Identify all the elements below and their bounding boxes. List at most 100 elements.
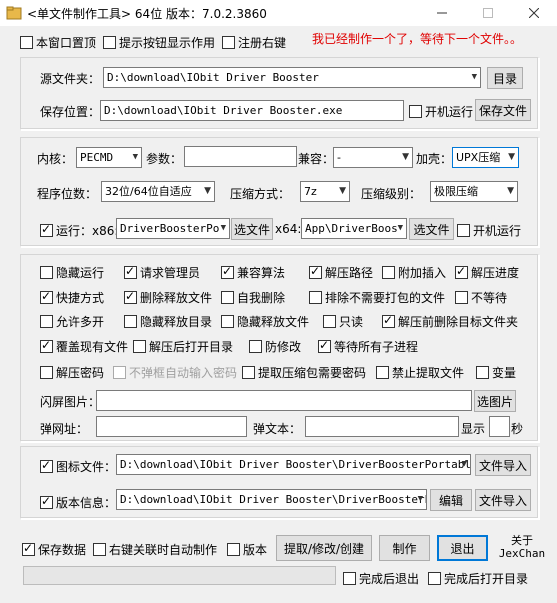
checkbox-box[interactable] xyxy=(93,543,106,556)
minimize-icon[interactable] xyxy=(419,0,465,26)
option-exclude-files[interactable]: 排除不需要打包的文件 xyxy=(309,289,445,306)
show-hints-checkbox[interactable]: 提示按钮显示作用 xyxy=(103,34,215,51)
shell-combo[interactable]: UPX压缩 ▼ xyxy=(452,147,519,168)
open-after-done-checkbox[interactable]: 完成后打开目录 xyxy=(428,570,528,587)
x64-combo[interactable]: App\DriverBoos ▼ xyxy=(301,218,407,239)
option-forbid-extract[interactable]: 禁止提取文件 xyxy=(376,364,464,381)
compress-combo[interactable]: 7z ▼ xyxy=(300,181,350,202)
kernel-combo[interactable]: PECMD ▼ xyxy=(76,147,142,168)
auto-make-checkbox[interactable]: 右键关联时自动制作 xyxy=(93,541,217,558)
option-delete-target-before[interactable]: 解压前删除目标文件夹 xyxy=(382,313,518,330)
checkbox-box[interactable] xyxy=(40,289,53,304)
version-import-button[interactable]: 文件导入 xyxy=(475,489,531,511)
checkbox-box[interactable] xyxy=(249,340,262,353)
option-append-insert[interactable]: 附加插入 xyxy=(382,264,446,281)
run-checkbox[interactable]: 运行：x86: xyxy=(40,222,118,239)
checkbox-box[interactable] xyxy=(40,266,53,279)
chevron-down-icon[interactable]: ▼ xyxy=(398,219,403,238)
x64-select-file-button[interactable]: 选文件 xyxy=(409,218,454,240)
browse-folder-button[interactable]: 目录 xyxy=(487,67,523,89)
option-no-wait[interactable]: 不等待 xyxy=(455,289,507,306)
version-info-checkbox[interactable]: 版本信息： xyxy=(40,494,116,511)
checkbox-box[interactable] xyxy=(20,36,33,49)
checkbox-box[interactable] xyxy=(221,291,234,304)
option-require-password[interactable]: 提取压缩包需要密码 xyxy=(242,364,366,381)
option-variables[interactable]: 变量 xyxy=(476,364,516,381)
option-extract-progress[interactable]: 解压进度 xyxy=(455,264,519,281)
popup-url-input[interactable] xyxy=(96,416,247,437)
checkbox-box[interactable] xyxy=(323,315,336,328)
option-anti-modify[interactable]: 防修改 xyxy=(249,338,301,355)
make-button[interactable]: 制作 xyxy=(379,535,430,561)
chevron-down-icon[interactable]: ▼ xyxy=(462,455,467,474)
option-allow-multi[interactable]: 允许多开 xyxy=(40,313,104,330)
checkbox-box[interactable] xyxy=(221,264,234,279)
checkbox-box[interactable] xyxy=(227,543,240,556)
checkbox-box[interactable] xyxy=(382,313,395,328)
maximize-icon[interactable] xyxy=(465,0,511,26)
checkbox-box[interactable] xyxy=(455,291,468,304)
option-self-delete[interactable]: 自我删除 xyxy=(221,289,285,306)
version-checkbox[interactable]: 版本 xyxy=(227,541,267,558)
checkbox-box[interactable] xyxy=(221,315,234,328)
chevron-down-icon[interactable]: ▼ xyxy=(472,68,477,87)
checkbox-box[interactable] xyxy=(318,338,331,353)
save-file-button[interactable]: 保存文件 xyxy=(475,99,531,121)
bits-combo[interactable]: 32位/64位自适应 ▼ xyxy=(101,181,215,202)
checkbox-box[interactable] xyxy=(40,458,53,473)
checkbox-box[interactable] xyxy=(103,36,116,49)
checkbox-box[interactable] xyxy=(309,291,322,304)
version-edit-button[interactable]: 编辑 xyxy=(430,489,472,511)
icon-file-combo[interactable]: D:\download\IObit Driver Booster\DriverB… xyxy=(116,454,471,475)
checkbox-box[interactable] xyxy=(22,541,35,556)
icon-import-button[interactable]: 文件导入 xyxy=(475,454,531,476)
option-hide-release-files[interactable]: 隐藏释放文件 xyxy=(221,313,309,330)
option-hidden-run[interactable]: 隐藏运行 xyxy=(40,264,104,281)
save-path-input[interactable]: D:\download\IObit Driver Booster.exe xyxy=(100,100,404,121)
option-delete-released-files[interactable]: 删除释放文件 xyxy=(124,289,212,306)
option-wait-children[interactable]: 等待所有子进程 xyxy=(318,338,418,355)
option-shortcut[interactable]: 快捷方式 xyxy=(40,289,104,306)
option-extract-password[interactable]: 解压密码 xyxy=(40,364,104,381)
chevron-down-icon[interactable]: ▼ xyxy=(339,182,346,201)
always-on-top-checkbox[interactable]: 本窗口置顶 xyxy=(20,34,96,51)
x86-select-file-button[interactable]: 选文件 xyxy=(231,218,273,240)
checkbox-box[interactable] xyxy=(376,366,389,379)
version-info-combo[interactable]: D:\download\IObit Driver Booster\DriverB… xyxy=(116,489,427,510)
chevron-down-icon[interactable]: ▼ xyxy=(508,148,515,167)
option-read-only[interactable]: 只读 xyxy=(323,313,363,330)
checkbox-box[interactable] xyxy=(309,264,322,279)
about-link[interactable]: 关于 JexChan xyxy=(496,534,548,560)
save-startup-checkbox[interactable]: 开机运行 xyxy=(409,103,473,120)
chevron-down-icon[interactable]: ▼ xyxy=(133,148,138,167)
chevron-down-icon[interactable]: ▼ xyxy=(402,148,409,167)
checkbox-box[interactable] xyxy=(124,264,137,279)
select-image-button[interactable]: 选图片 xyxy=(474,390,516,412)
seconds-input[interactable] xyxy=(489,416,510,437)
checkbox-box[interactable] xyxy=(40,494,53,509)
checkbox-box[interactable] xyxy=(382,266,395,279)
option-compat-algorithm[interactable]: 兼容算法 xyxy=(221,264,285,281)
checkbox-box[interactable] xyxy=(40,338,53,353)
option-extract-path[interactable]: 解压路径 xyxy=(309,264,373,281)
checkbox-box[interactable] xyxy=(457,224,470,237)
run-startup-checkbox[interactable]: 开机运行 xyxy=(457,222,521,239)
checkbox-box[interactable] xyxy=(40,366,53,379)
checkbox-box[interactable] xyxy=(124,289,137,304)
option-hide-release-dir[interactable]: 隐藏释放目录 xyxy=(124,313,212,330)
icon-file-checkbox[interactable]: 图标文件： xyxy=(40,458,116,475)
checkbox-box[interactable] xyxy=(242,366,255,379)
params-input[interactable] xyxy=(184,146,297,167)
x86-combo[interactable]: DriverBoosterPo ▼ xyxy=(116,218,230,239)
checkbox-box[interactable] xyxy=(428,572,441,585)
close-icon[interactable] xyxy=(511,0,557,26)
exit-after-done-checkbox[interactable]: 完成后退出 xyxy=(343,570,419,587)
splash-image-input[interactable] xyxy=(96,390,472,411)
option-request-admin[interactable]: 请求管理员 xyxy=(124,264,200,281)
chevron-down-icon[interactable]: ▼ xyxy=(507,182,514,201)
compat-combo[interactable]: - ▼ xyxy=(333,147,413,168)
source-folder-combo[interactable]: D:\download\IObit Driver Booster ▼ xyxy=(103,67,481,88)
checkbox-box[interactable] xyxy=(409,105,422,118)
exit-button[interactable]: 退出 xyxy=(437,535,488,561)
checkbox-box[interactable] xyxy=(40,315,53,328)
